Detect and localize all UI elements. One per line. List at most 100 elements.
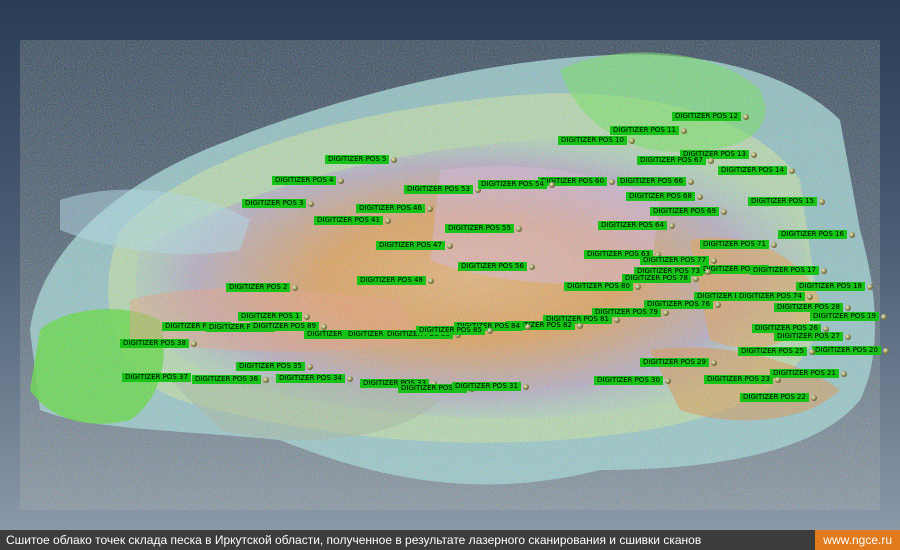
scan-position-tag[interactable]: DIGITIZER POS 25 (738, 347, 815, 356)
scanner-marker-icon (742, 113, 749, 120)
scan-position-label: DIGITIZER POS 25 (738, 347, 807, 356)
scan-position-tag[interactable]: DIGITIZER POS 69 (650, 207, 727, 216)
scan-position-tag[interactable]: DIGITIZER POS 22 (740, 393, 817, 402)
scan-position-tag[interactable]: DIGITIZER POS 66 (617, 177, 694, 186)
scanner-marker-icon (692, 275, 699, 282)
scan-position-tag[interactable]: DIGITIZER POS 16 (778, 230, 855, 239)
scanner-marker-icon (788, 167, 795, 174)
scan-position-label: DIGITIZER POS 69 (650, 207, 719, 216)
scan-position-label: DIGITIZER POS 35 (236, 362, 305, 371)
scanner-marker-icon (704, 268, 711, 275)
scanner-marker-icon (822, 325, 829, 332)
scanner-marker-icon (808, 348, 815, 355)
scan-position-label: DIGITIZER POS 67 (637, 156, 706, 165)
scanner-marker-icon (707, 157, 714, 164)
scan-position-tag[interactable]: DIGITIZER POS 67 (637, 156, 714, 165)
scan-position-tag[interactable]: DIGITIZER POS 19 (810, 312, 887, 321)
scanner-marker-icon (880, 313, 887, 320)
scan-position-label: DIGITIZER POS 37 (122, 373, 191, 382)
scan-position-label: DIGITIZER POS 55 (445, 224, 514, 233)
scan-position-tag[interactable]: DIGITIZER POS 54 (478, 180, 555, 189)
scan-position-label: DIGITIZER POS 85 (416, 326, 485, 335)
scanner-marker-icon (524, 323, 531, 330)
scan-position-tag[interactable]: DIGITIZER POS 18 (796, 282, 873, 291)
scanner-marker-icon (608, 178, 615, 185)
scan-position-tag[interactable]: DIGITIZER POS 2 (226, 283, 299, 292)
scan-position-tag[interactable]: DIGITIZER POS 47 (376, 241, 453, 250)
scan-position-tag[interactable]: DIGITIZER POS 17 (750, 266, 827, 275)
scan-position-label: DIGITIZER POS 19 (810, 312, 879, 321)
scan-position-tag[interactable]: DIGITIZER POS 27 (774, 332, 851, 341)
scan-position-tag[interactable]: DIGITIZER POS 48 (357, 276, 434, 285)
scan-position-tag[interactable]: DIGITIZER POS 53 (404, 185, 481, 194)
scan-position-tag[interactable]: DIGITIZER POS 85 (416, 326, 493, 335)
scan-position-tag[interactable]: DIGITIZER POS 1 (238, 312, 311, 321)
scanner-marker-icon (613, 316, 620, 323)
scanner-marker-icon (262, 376, 269, 383)
scan-position-tag[interactable]: DIGITIZER POS 15 (748, 197, 825, 206)
scanner-marker-icon (515, 225, 522, 232)
scan-position-tag[interactable]: DIGITIZER POS 20 (812, 346, 889, 355)
scan-position-label: DIGITIZER POS 4 (272, 176, 337, 185)
scan-position-tag[interactable]: DIGITIZER POS 10 (558, 136, 635, 145)
caption-bar: Сшитое облако точек склада песка в Иркут… (0, 530, 900, 550)
scanner-marker-icon (338, 177, 345, 184)
scan-position-tag[interactable]: DIGITIZER POS 4 (272, 176, 345, 185)
scan-position-label: DIGITIZER POS 41 (314, 216, 383, 225)
scan-position-tag[interactable]: DIGITIZER POS 29 (640, 358, 717, 367)
scan-position-tag[interactable]: DIGITIZER POS 14 (718, 166, 795, 175)
scan-position-tag[interactable]: DIGITIZER POS 11 (610, 126, 687, 135)
scan-position-tag[interactable]: DIGITIZER POS 41 (314, 216, 391, 225)
scanner-marker-icon (668, 222, 675, 229)
scan-position-tag[interactable]: DIGITIZER POS 3 (242, 199, 315, 208)
scan-position-tag[interactable]: DIGITIZER POS 23 (704, 375, 781, 384)
scanner-marker-icon (446, 242, 453, 249)
site-link[interactable]: www.ngce.ru (815, 530, 900, 550)
scan-position-label: DIGITIZER POS 38 (120, 339, 189, 348)
scan-position-tag[interactable]: DIGITIZER POS 12 (672, 112, 749, 121)
scanner-marker-icon (486, 327, 493, 334)
scan-position-label: DIGITIZER POS 30 (594, 376, 663, 385)
scan-position-label: DIGITIZER POS 77 (640, 256, 709, 265)
scanner-marker-icon (292, 284, 299, 291)
scan-position-tag[interactable]: DIGITIZER POS 31 (452, 382, 529, 391)
scan-position-tag[interactable]: DIGITIZER POS 36 (192, 375, 269, 384)
scan-position-tag[interactable]: DIGITIZER POS 5 (325, 155, 398, 164)
scan-position-tag[interactable]: DIGITIZER POS 46 (356, 204, 433, 213)
scan-position-label: DIGITIZER POS 48 (357, 276, 426, 285)
scan-position-tag[interactable]: DIGITIZER POS 71 (700, 240, 777, 249)
scan-position-tag[interactable]: DIGITIZER POS 21 (770, 369, 847, 378)
scanner-marker-icon (628, 137, 635, 144)
scanner-marker-icon (820, 267, 827, 274)
scan-position-label: DIGITIZER POS 54 (478, 180, 547, 189)
scan-position-tag[interactable]: DIGITIZER POS 74 (736, 292, 813, 301)
scan-position-tag[interactable]: DIGITIZER POS 68 (626, 192, 703, 201)
scan-position-label: DIGITIZER POS 46 (356, 204, 425, 213)
scanner-marker-icon (810, 394, 817, 401)
caption-text: Сшитое облако точек склада песка в Иркут… (6, 533, 702, 547)
scan-position-tag[interactable]: DIGITIZER POS 64 (598, 221, 675, 230)
scan-position-tag[interactable]: DIGITIZER POS 30 (594, 376, 671, 385)
scan-position-tag[interactable]: DIGITIZER POS 28 (774, 303, 851, 312)
scan-position-tag[interactable]: DIGITIZER POS 34 (276, 374, 353, 383)
scan-position-tag[interactable]: DIGITIZER POS 80 (564, 282, 641, 291)
scan-position-tag[interactable]: DIGITIZER POS 38 (120, 339, 197, 348)
scan-position-label: DIGITIZER POS 18 (796, 282, 865, 291)
scan-position-tag[interactable]: DIGITIZER POS 35 (236, 362, 313, 371)
scanner-marker-icon (770, 241, 777, 248)
scanner-marker-icon (426, 205, 433, 212)
scan-position-tag[interactable]: DIGITIZER POS 77 (640, 256, 717, 265)
scan-position-label: DIGITIZER POS 74 (736, 292, 805, 301)
scan-position-label: DIGITIZER POS 16 (778, 230, 847, 239)
scan-position-label: DIGITIZER POS 14 (718, 166, 787, 175)
scan-position-label: DIGITIZER POS 29 (640, 358, 709, 367)
scan-position-label: DIGITIZER POS 17 (750, 266, 819, 275)
scanner-marker-icon (304, 313, 311, 320)
scanner-marker-icon (750, 151, 757, 158)
scan-position-label: DIGITIZER POS 53 (404, 185, 473, 194)
scan-position-label: DIGITIZER POS 34 (276, 374, 345, 383)
scan-position-tag[interactable]: DIGITIZER POS 56 (458, 262, 535, 271)
scan-position-tag[interactable]: DIGITIZER POS 55 (445, 224, 522, 233)
scan-position-tag[interactable]: DIGITIZER POS 37 (122, 373, 199, 382)
scan-position-label: DIGITIZER POS 71 (700, 240, 769, 249)
